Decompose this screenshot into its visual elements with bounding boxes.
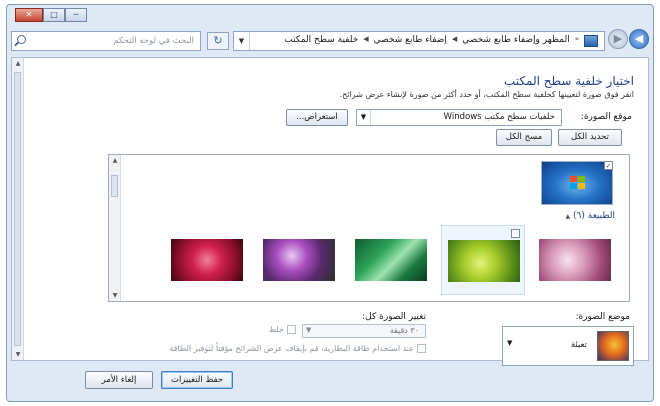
chevron-down-icon: ▼ bbox=[357, 110, 371, 125]
personalization-window: ✕ □ ─ البحث في لوحة التحكم ↻ ▼ « المظهر … bbox=[6, 4, 654, 402]
page-title: اختيار خلفية سطح المكتب bbox=[503, 74, 634, 88]
footer: حفظ التغييرات إلغاء الأمر bbox=[7, 361, 653, 401]
gallery-scroll-thumb[interactable] bbox=[111, 175, 118, 197]
scroll-down-icon[interactable]: ▼ bbox=[109, 292, 121, 299]
cancel-button[interactable]: إلغاء الأمر bbox=[85, 371, 153, 389]
page-description: انقر فوق صورة لتعيينها كخلفية سطح المكتب… bbox=[339, 90, 634, 99]
wallpaper-image bbox=[448, 240, 520, 282]
content-pane: ▲ ▼ اختيار خلفية سطح المكتب انقر فوق صور… bbox=[11, 57, 649, 366]
scroll-thumb[interactable] bbox=[14, 72, 21, 346]
overflow-chevron-icon[interactable]: « bbox=[575, 35, 579, 47]
refresh-button[interactable]: ↻ bbox=[207, 32, 229, 50]
thumbnail-windows7[interactable]: ✓ bbox=[541, 161, 613, 205]
address-bar[interactable]: ▼ « المظهر وإضفاء طابع شخصي ◀ إضفاء طابع… bbox=[233, 31, 605, 51]
windows-logo-icon bbox=[570, 176, 586, 190]
search-input[interactable]: البحث في لوحة التحكم bbox=[11, 31, 201, 51]
interval-select[interactable]: ٣٠ دقيقة ▼ bbox=[302, 324, 426, 338]
battery-option[interactable]: عند استخدام طاقة البطارية، قم بإيقاف عرض… bbox=[169, 344, 426, 353]
group-label: الطبيعة (٦) bbox=[573, 211, 615, 221]
search-placeholder: البحث في لوحة التحكم bbox=[113, 36, 194, 46]
shuffle-option[interactable]: خلط bbox=[269, 325, 296, 334]
thumbnail-green-leaves[interactable] bbox=[441, 225, 525, 295]
search-icon bbox=[17, 35, 26, 44]
nav-buttons: ▶ ◀ bbox=[608, 29, 649, 49]
breadcrumb: « المظهر وإضفاء طابع شخصي ◀ إضفاء طابع ش… bbox=[284, 35, 598, 47]
position-preview-image bbox=[597, 331, 629, 361]
scroll-up-icon[interactable]: ▲ bbox=[12, 60, 24, 67]
thumbnail-green-plant[interactable] bbox=[349, 225, 433, 295]
forward-button[interactable]: ▶ bbox=[608, 29, 628, 49]
back-button[interactable]: ◀ bbox=[629, 29, 649, 49]
interval-value: ٣٠ دقيقة bbox=[389, 326, 419, 335]
chevron-down-icon: ▼ bbox=[507, 339, 513, 347]
picture-location-value: خلفيات سطح مكتب Windows bbox=[443, 112, 555, 122]
wallpaper-image bbox=[355, 239, 427, 281]
battery-checkbox[interactable] bbox=[417, 344, 426, 353]
collapse-icon[interactable]: ▲ bbox=[566, 213, 571, 220]
control-panel-icon bbox=[584, 35, 598, 47]
address-row: البحث في لوحة التحكم ↻ ▼ « المظهر وإضفاء… bbox=[11, 29, 649, 53]
chevron-left-icon: ◀ bbox=[363, 35, 369, 43]
wallpaper-image bbox=[171, 239, 243, 281]
change-picture-label: تغيير الصورة كل: bbox=[362, 312, 426, 322]
thumbnail-purple-thistle[interactable] bbox=[257, 225, 341, 295]
caption-buttons: ✕ □ ─ bbox=[15, 8, 87, 22]
thumbnail-checkbox[interactable] bbox=[511, 229, 520, 238]
shuffle-checkbox[interactable] bbox=[287, 325, 296, 334]
scroll-up-icon[interactable]: ▲ bbox=[109, 157, 121, 164]
browse-button[interactable]: استعراض... bbox=[286, 109, 348, 126]
picture-position-select[interactable]: تعبئة ▼ bbox=[502, 326, 634, 366]
thumbnail-red-flower[interactable] bbox=[165, 225, 249, 295]
wallpaper-image bbox=[539, 239, 611, 281]
thumbnail-pink-flower[interactable] bbox=[533, 225, 617, 295]
thumbnail-row bbox=[157, 225, 617, 299]
main-scrollbar[interactable]: ▲ ▼ bbox=[12, 58, 24, 360]
picture-position-value: تعبئة bbox=[570, 340, 587, 350]
scroll-down-icon[interactable]: ▼ bbox=[12, 351, 24, 358]
gallery-scrollbar[interactable]: ▲ ▼ bbox=[109, 155, 121, 301]
shuffle-label: خلط bbox=[268, 325, 284, 334]
wallpaper-image bbox=[263, 239, 335, 281]
breadcrumb-desktop-background[interactable]: خلفية سطح المكتب bbox=[284, 35, 358, 47]
picture-position-label: موضع الصورة: bbox=[575, 312, 630, 322]
battery-label: عند استخدام طاقة البطارية، قم بإيقاف عرض… bbox=[169, 344, 414, 353]
select-all-button[interactable]: تحديد الكل bbox=[558, 129, 622, 146]
save-changes-button[interactable]: حفظ التغييرات bbox=[161, 371, 233, 389]
close-button[interactable]: ✕ bbox=[15, 8, 43, 22]
breadcrumb-appearance[interactable]: المظهر وإضفاء طابع شخصي bbox=[462, 35, 569, 47]
clear-all-button[interactable]: مسح الكل bbox=[496, 129, 552, 146]
picture-location-select[interactable]: ▼ خلفيات سطح مكتب Windows bbox=[356, 109, 562, 126]
group-header-nature[interactable]: الطبيعة (٦) ▲ bbox=[566, 211, 615, 221]
maximize-button[interactable]: □ bbox=[43, 8, 65, 22]
chevron-left-icon: ◀ bbox=[451, 35, 458, 43]
picture-location-label: موقع الصورة: bbox=[580, 112, 632, 122]
chevron-down-icon: ▼ bbox=[306, 326, 312, 334]
wallpaper-gallery: ▲ ▼ ✓ الطبيعة (٦) ▲ bbox=[108, 154, 630, 302]
address-dropdown-icon[interactable]: ▼ bbox=[234, 32, 250, 50]
thumbnail-checkbox[interactable]: ✓ bbox=[604, 161, 613, 170]
breadcrumb-personalization[interactable]: إضفاء طابع شخصي bbox=[374, 35, 447, 47]
minimize-button[interactable]: ─ bbox=[65, 8, 87, 22]
